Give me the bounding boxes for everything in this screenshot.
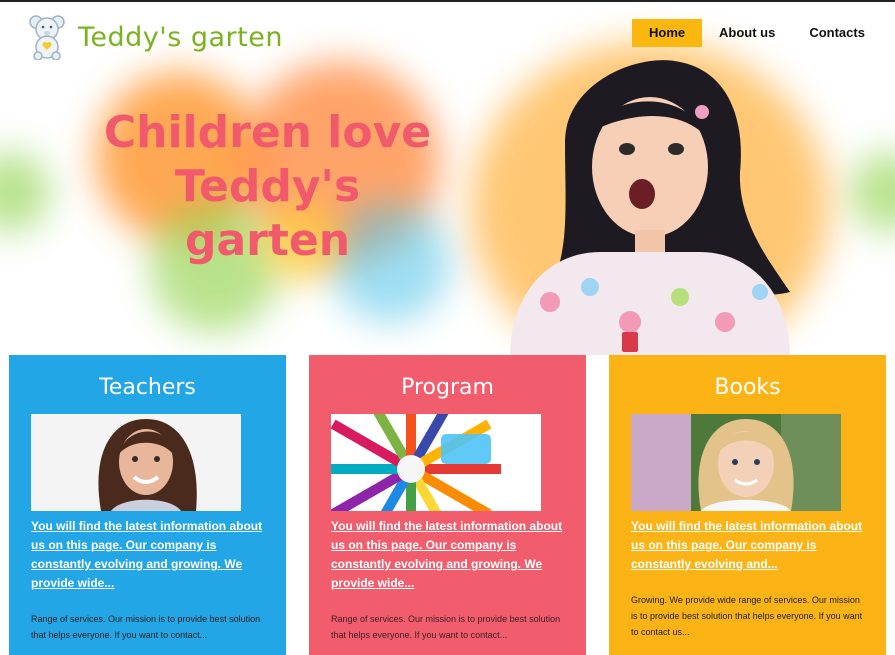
- girl-photo: [510, 60, 790, 355]
- nav-home-link[interactable]: Home: [632, 19, 702, 47]
- card-title: Teachers: [99, 375, 196, 400]
- pencils-photo: [331, 414, 541, 511]
- card-link[interactable]: You will find the latest information abo…: [331, 517, 564, 593]
- site-logo[interactable]: Teddy's garten: [28, 14, 283, 60]
- card-text: Range of services. Our mission is to pro…: [31, 614, 261, 640]
- hero-banner: Teddy's garten Home About us Contacts Ch…: [0, 0, 895, 355]
- nav-about-link[interactable]: About us: [702, 19, 792, 47]
- decor-blob: [850, 152, 895, 232]
- card-teachers: Teachers You will find the latest inform…: [9, 355, 286, 655]
- decor-blob: [0, 152, 50, 232]
- main-nav: Home About us Contacts: [632, 19, 882, 47]
- card-program: Program You will find the latest informa…: [309, 355, 586, 655]
- card-books: Books You will find the latest informati…: [609, 355, 886, 655]
- card-link[interactable]: You will find the latest information abo…: [31, 517, 264, 593]
- card-title: Program: [401, 375, 494, 400]
- nav-contacts-link[interactable]: Contacts: [792, 19, 882, 47]
- teddy-bear-icon: [29, 15, 65, 60]
- logo-text: Teddy's garten: [78, 21, 283, 53]
- card-link[interactable]: You will find the latest information abo…: [631, 517, 864, 574]
- card-text: Range of services. Our mission is to pro…: [331, 614, 561, 640]
- card-text: Growing. We provide wide range of servic…: [631, 595, 863, 637]
- child-photo: [631, 414, 841, 511]
- hero-headline: Children love Teddy's garten: [103, 107, 432, 266]
- teacher-photo: [31, 414, 241, 511]
- card-title: Books: [714, 375, 781, 400]
